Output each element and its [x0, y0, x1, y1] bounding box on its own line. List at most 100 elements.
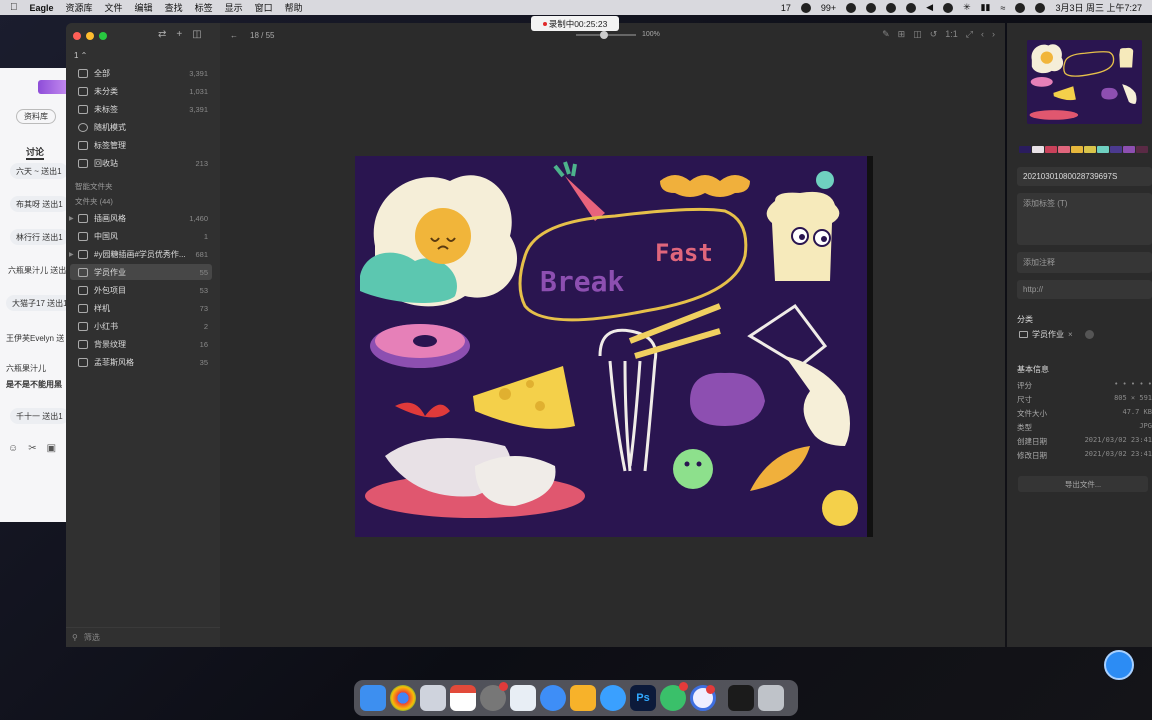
- smart-folders-title[interactable]: 智能文件夹: [75, 181, 113, 192]
- chrome-icon[interactable]: [390, 685, 416, 711]
- wechat-badge[interactable]: 99+: [821, 3, 836, 13]
- photoshop-icon[interactable]: Ps: [630, 685, 656, 711]
- wifi-icon[interactable]: ≈: [1001, 3, 1006, 13]
- crop-icon[interactable]: ⊞: [898, 29, 906, 40]
- keyboard-icon[interactable]: [943, 2, 954, 13]
- sync-icon[interactable]: ⇄: [158, 29, 166, 40]
- color-swatch[interactable]: [1045, 146, 1057, 153]
- folder-item[interactable]: 背景纹理 16: [70, 336, 212, 352]
- battery-icon[interactable]: ▮▮: [981, 2, 991, 13]
- volume-icon[interactable]: ◀: [926, 2, 933, 13]
- actual-size-icon[interactable]: 1:1: [945, 29, 958, 40]
- close-button[interactable]: [73, 32, 81, 40]
- calendar-icon[interactable]: [450, 685, 476, 711]
- export-button[interactable]: 导出文件...: [1018, 476, 1148, 492]
- chat-bubble-icon[interactable]: [1104, 650, 1134, 680]
- library-button[interactable]: 资料库: [16, 109, 56, 124]
- info-rating[interactable]: 评分 • • • • •: [1017, 380, 1152, 391]
- color-swatch[interactable]: [1136, 146, 1148, 153]
- category-chip[interactable]: 学员作业 ×: [1019, 329, 1094, 340]
- zoom-slider-knob[interactable]: [600, 30, 608, 39]
- rating-stars[interactable]: • • • • •: [1114, 380, 1152, 391]
- inspector-thumbnail[interactable]: [1027, 40, 1142, 124]
- folder-item[interactable]: 中国风 1: [70, 228, 212, 244]
- folder-item-selected[interactable]: 学员作业 55: [70, 264, 212, 280]
- tag-input[interactable]: 添加标签 (T): [1017, 193, 1152, 245]
- color-swatch[interactable]: [1097, 146, 1109, 153]
- folder-item[interactable]: 孟菲斯风格 35: [70, 354, 212, 370]
- launchpad-icon[interactable]: [420, 685, 446, 711]
- folder-item[interactable]: 小红书 2: [70, 318, 212, 334]
- app-store-icon[interactable]: [510, 685, 536, 711]
- tab-discussion[interactable]: 讨论: [26, 145, 45, 160]
- sidebar-item-trash[interactable]: 回收站 213: [70, 155, 212, 171]
- edge-icon[interactable]: [600, 685, 626, 711]
- menu-help[interactable]: 帮助: [285, 1, 303, 14]
- menu-view[interactable]: 显示: [225, 1, 243, 14]
- menu-library[interactable]: 资源库: [66, 1, 93, 14]
- info-icon[interactable]: [846, 2, 857, 13]
- menu-app-name[interactable]: Eagle: [30, 3, 54, 13]
- color-swatch[interactable]: [1084, 146, 1096, 153]
- system-preferences-icon[interactable]: [480, 682, 508, 711]
- filename-field[interactable]: 20210301080028739697S: [1017, 167, 1152, 186]
- menubar-clock[interactable]: 3月3日 周三 上午7:27: [1055, 1, 1142, 14]
- filter-bar[interactable]: ⚲ 筛选: [66, 627, 220, 647]
- artwork-image[interactable]: Break Fast: [355, 156, 873, 537]
- status-count[interactable]: 17: [781, 3, 791, 13]
- menu-file[interactable]: 文件: [105, 1, 123, 14]
- eagle-app-icon[interactable]: [690, 685, 716, 711]
- url-input[interactable]: http://: [1017, 280, 1152, 299]
- rotate-icon[interactable]: ↺: [930, 29, 938, 40]
- menu-edit[interactable]: 编辑: [135, 1, 153, 14]
- folder-item[interactable]: 插画风格 1,460: [70, 210, 212, 226]
- sidebar-item-random[interactable]: 随机模式: [70, 119, 212, 135]
- folder-item[interactable]: 样机 73: [70, 300, 212, 316]
- add-icon[interactable]: +: [176, 29, 182, 40]
- menu-find[interactable]: 查找: [165, 1, 183, 14]
- control-center-icon[interactable]: [1015, 2, 1026, 13]
- camera-icon[interactable]: [886, 2, 897, 13]
- library-switcher[interactable]: 1 ⌃: [74, 51, 87, 60]
- menu-tags[interactable]: 标签: [195, 1, 213, 14]
- fit-icon[interactable]: ⤢: [966, 29, 973, 40]
- terminal-icon[interactable]: [728, 685, 754, 711]
- wechat-icon[interactable]: [660, 682, 688, 711]
- sidebar-toggle-icon[interactable]: ◫: [192, 29, 201, 40]
- color-swatch[interactable]: [1123, 146, 1135, 153]
- sidebar-item-untagged[interactable]: 未标签 3,391: [70, 101, 212, 117]
- zoom-button[interactable]: [99, 32, 107, 40]
- compass-icon[interactable]: [866, 2, 877, 13]
- color-swatch[interactable]: [1032, 146, 1044, 153]
- siri-icon[interactable]: [1035, 2, 1046, 13]
- note-input[interactable]: 添加注释: [1017, 252, 1152, 273]
- finder-icon[interactable]: [360, 685, 386, 711]
- menu-window[interactable]: 窗口: [255, 1, 273, 14]
- emoji-icon[interactable]: ☺: [8, 443, 18, 454]
- color-swatch[interactable]: [1110, 146, 1122, 153]
- sketch-icon[interactable]: [570, 685, 596, 711]
- sidebar-item-all[interactable]: 全部 3,391: [70, 65, 212, 81]
- zoom-slider[interactable]: [576, 30, 636, 39]
- image-icon[interactable]: ▣: [47, 443, 56, 454]
- prev-icon[interactable]: ‹: [981, 29, 984, 40]
- color-swatch[interactable]: [1058, 146, 1070, 153]
- next-icon[interactable]: ›: [992, 29, 995, 40]
- remove-icon[interactable]: ×: [1068, 330, 1073, 339]
- folder-item[interactable]: 外包项目 53: [70, 282, 212, 298]
- color-swatch[interactable]: [1071, 146, 1083, 153]
- feishu-icon[interactable]: [540, 685, 566, 711]
- trash-bin-icon[interactable]: [758, 685, 784, 711]
- recording-indicator[interactable]: 录制中00:25:23: [531, 16, 619, 31]
- screen-icon[interactable]: [906, 2, 917, 13]
- scissors-icon[interactable]: ✂: [28, 443, 36, 454]
- folder-item[interactable]: #y园糖插画#学员优秀作... 681: [70, 246, 212, 262]
- apple-icon[interactable]: : [10, 2, 18, 13]
- compare-icon[interactable]: ◫: [913, 29, 922, 40]
- color-swatch[interactable]: [1019, 146, 1031, 153]
- bluetooth-icon[interactable]: ✳: [963, 2, 971, 13]
- minimize-button[interactable]: [86, 32, 94, 40]
- back-arrow-icon[interactable]: ←: [230, 31, 238, 40]
- add-category-icon[interactable]: [1084, 330, 1094, 339]
- folders-title[interactable]: 文件夹 (44): [75, 196, 113, 207]
